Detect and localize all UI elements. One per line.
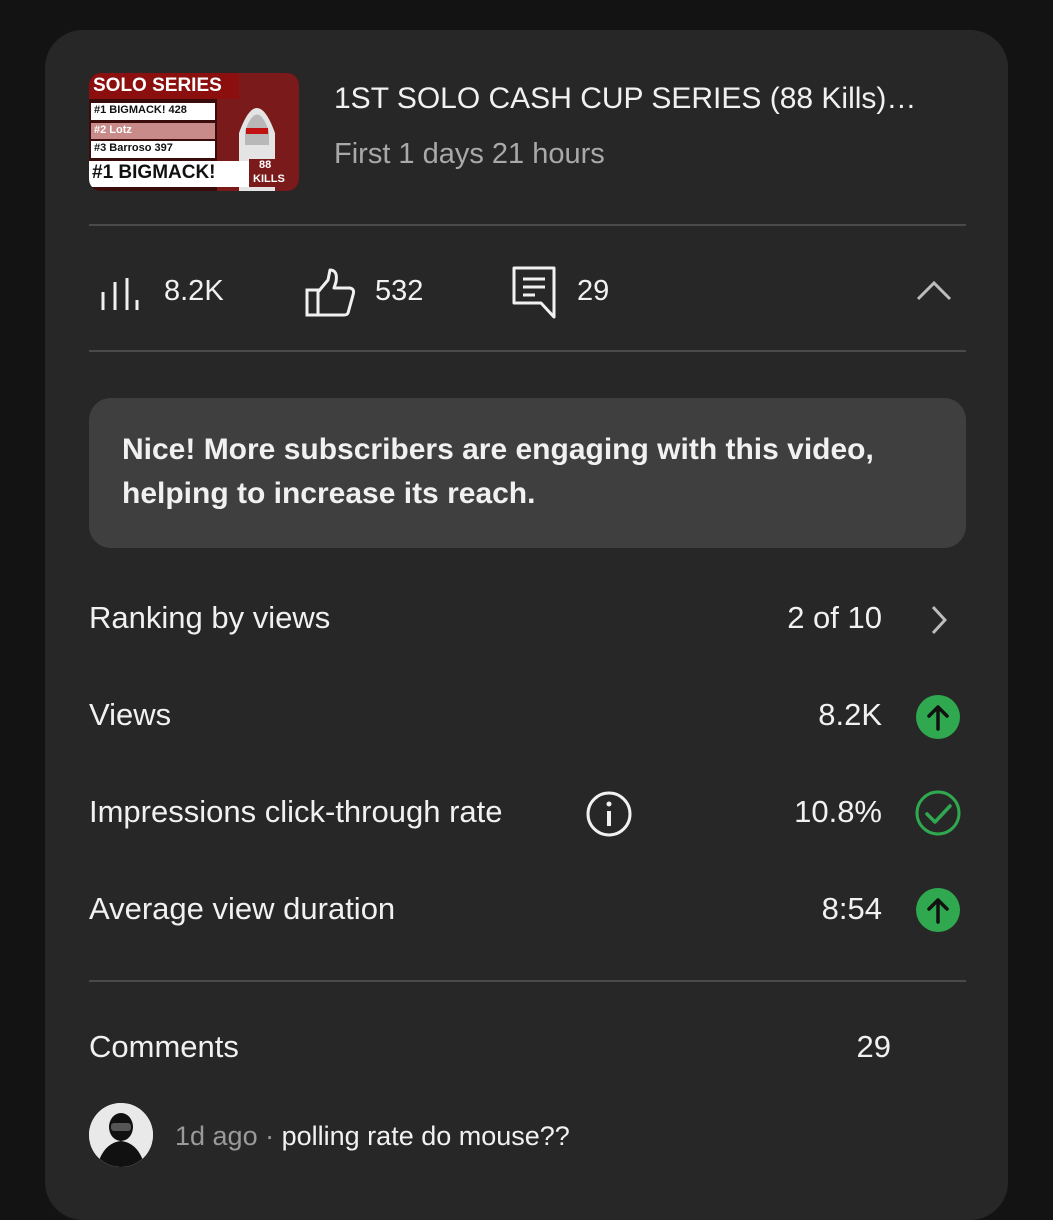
arrow-up-circle-icon [916, 695, 960, 739]
thumbnail-row3: #3 Barroso 397 [94, 142, 173, 154]
views-label: Views [89, 697, 172, 732]
engagement-banner: Nice! More subscribers are engaging with… [89, 398, 966, 548]
divider [89, 980, 966, 982]
thumbnail-header: SOLO SERIES [93, 75, 222, 96]
avatar[interactable] [89, 1103, 153, 1167]
info-icon[interactable] [585, 790, 633, 843]
likes-count: 532 [375, 275, 424, 307]
video-title[interactable]: 1ST SOLO CASH CUP SERIES (88 Kills)… [334, 82, 916, 116]
views-value: 8.2K [818, 697, 882, 732]
bar-chart-icon [99, 276, 139, 317]
comment-text: polling rate do mouse?? [281, 1121, 570, 1151]
chevron-right-icon[interactable] [931, 605, 948, 640]
banner-text: Nice! More subscribers are engaging with… [122, 433, 874, 510]
views-count: 8.2K [164, 275, 224, 307]
ranking-value[interactable]: 2 of 10 [787, 600, 882, 636]
thumbnail-row1: #1 BIGMACK! 428 [94, 104, 187, 116]
comment-separator: · [265, 1121, 275, 1151]
divider [89, 224, 966, 226]
thumbs-up-icon[interactable] [304, 268, 356, 323]
comments-section-count: 29 [856, 1029, 891, 1064]
divider [89, 350, 966, 352]
video-analytics-card: SOLO SERIES #1 BIGMACK! 428 #2 Lotz #3 B… [45, 30, 1008, 1220]
comments-count: 29 [577, 275, 610, 307]
avd-value: 8:54 [821, 891, 882, 926]
comment-icon[interactable] [511, 265, 557, 324]
arrow-up-circle-icon [916, 888, 960, 932]
video-thumbnail[interactable]: SOLO SERIES #1 BIGMACK! 428 #2 Lotz #3 B… [89, 73, 299, 191]
thumbnail-badge-top: 88 [259, 159, 272, 171]
video-age: First 1 days 21 hours [334, 138, 605, 170]
thumbnail-row2: #2 Lotz [94, 124, 132, 136]
chevron-up-icon[interactable] [915, 278, 953, 307]
thumbnail-footer: #1 BIGMACK! [92, 162, 216, 183]
latest-comment[interactable]: 1d ago · polling rate do mouse?? [175, 1121, 570, 1152]
ctr-value: 10.8% [794, 794, 882, 829]
ctr-label: Impressions click-through rate [89, 794, 503, 829]
comment-time: 1d ago [175, 1121, 258, 1151]
avd-label: Average view duration [89, 891, 396, 926]
comments-section-label[interactable]: Comments [89, 1029, 239, 1065]
thumbnail-badge-bottom: KILLS [253, 173, 285, 185]
check-circle-icon [914, 789, 962, 842]
ranking-label[interactable]: Ranking by views [89, 600, 330, 636]
